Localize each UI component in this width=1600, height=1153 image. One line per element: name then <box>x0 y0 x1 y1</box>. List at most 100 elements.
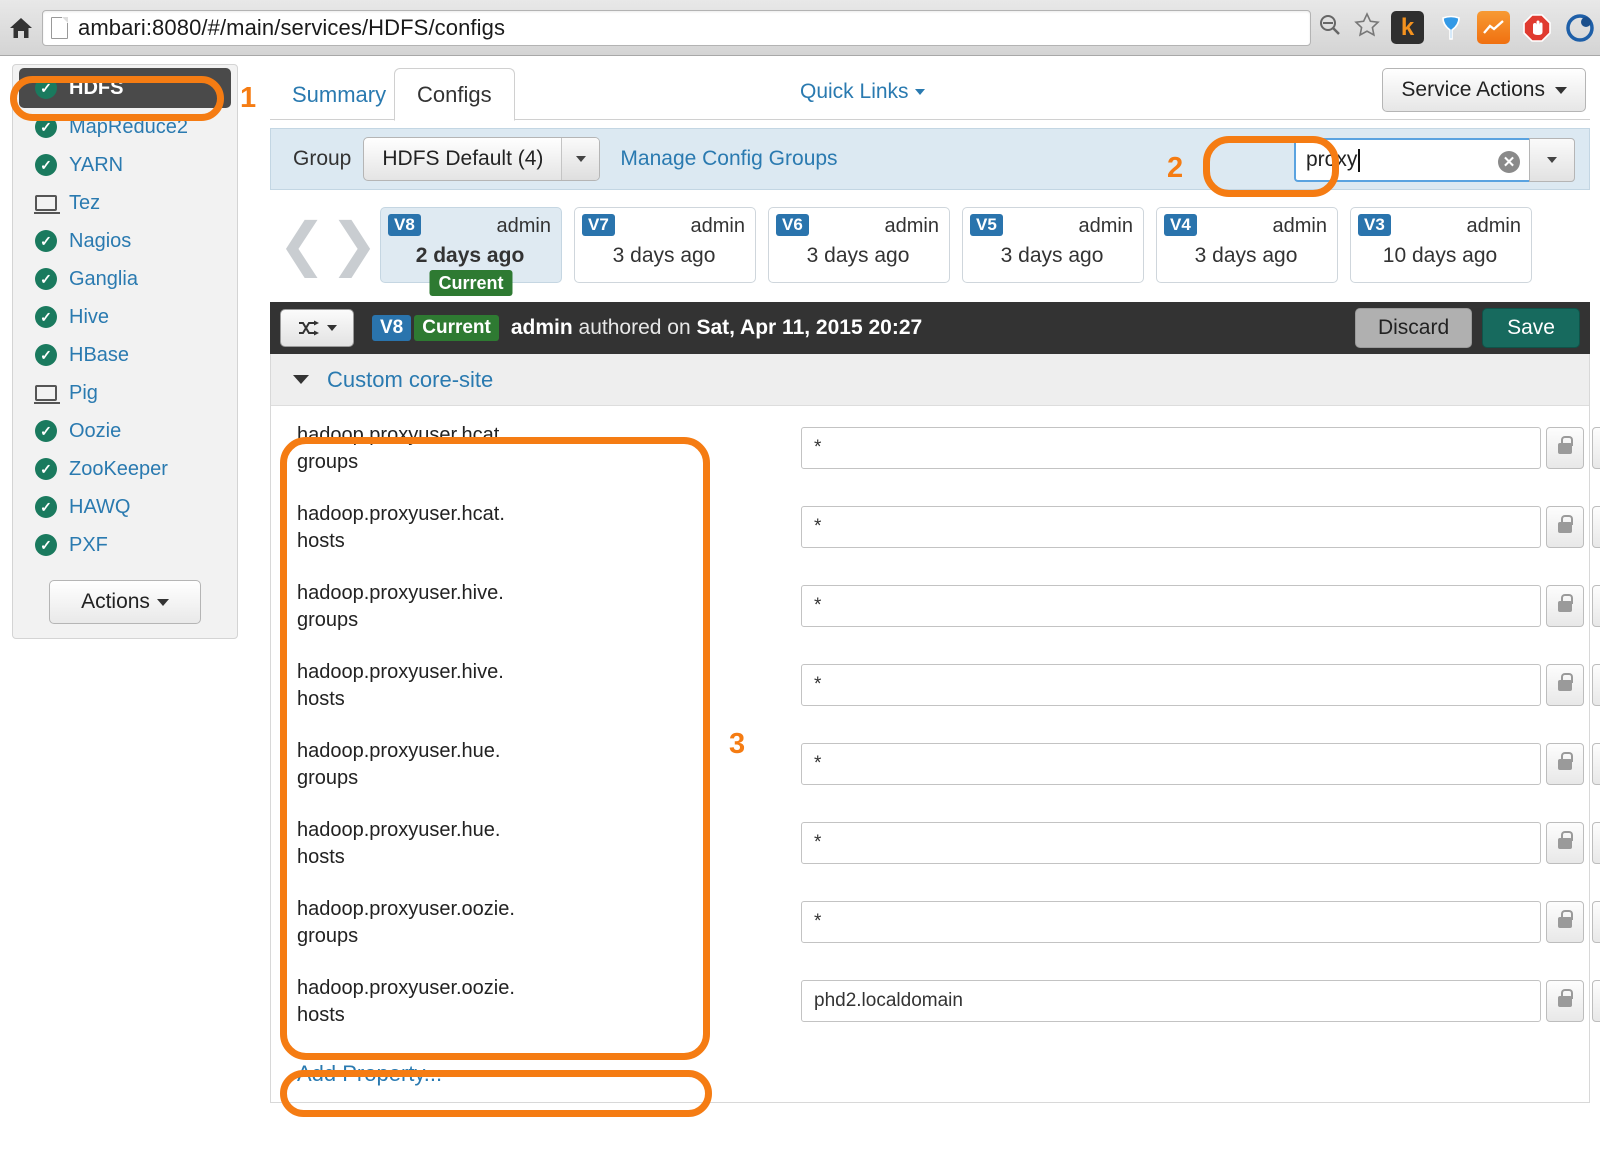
chevron-left-icon[interactable]: ❮ <box>276 216 328 274</box>
tab-configs[interactable]: Configs <box>394 68 515 121</box>
lock-button[interactable] <box>1546 585 1584 627</box>
caret-down-icon <box>326 325 337 331</box>
lock-button[interactable] <box>1546 980 1584 1022</box>
config-group-value: HDFS Default (4) <box>382 147 544 170</box>
lock-button[interactable] <box>1546 427 1584 469</box>
actions-button-label: Actions <box>81 590 150 613</box>
sidebar-item-zookeeper[interactable]: ✓ ZooKeeper <box>13 450 237 488</box>
sidebar-item-ganglia[interactable]: ✓ Ganglia <box>13 260 237 298</box>
lock-icon <box>1558 988 1573 1007</box>
sidebar-item-pxf[interactable]: ✓ PXF <box>13 526 237 564</box>
property-value-input[interactable]: * <box>801 901 1541 943</box>
config-version-card[interactable]: V7 admin 3 days ago <box>574 207 756 283</box>
config-filter-input[interactable]: proxy ✕ <box>1294 138 1529 182</box>
adblock-extension-icon[interactable] <box>1520 11 1553 44</box>
sidebar-item-label: MapReduce2 <box>69 115 188 138</box>
compare-shuffle-icon <box>298 320 319 336</box>
lock-button[interactable] <box>1546 664 1584 706</box>
sidebar-item-yarn[interactable]: ✓ YARN <box>13 146 237 184</box>
plus-circle-button[interactable] <box>1592 901 1600 943</box>
status-ok-icon: ✓ <box>33 494 59 520</box>
caret-down-icon <box>914 89 925 95</box>
funnel-extension-icon[interactable] <box>1434 11 1467 44</box>
version-tag: V8 <box>388 214 421 236</box>
plus-circle-button[interactable] <box>1592 743 1600 785</box>
property-value-input[interactable]: * <box>801 585 1541 627</box>
sidebar-item-label: Nagios <box>69 229 132 252</box>
compare-versions-button[interactable] <box>280 309 354 347</box>
sidebar-item-oozie[interactable]: ✓ Oozie <box>13 412 237 450</box>
lock-button[interactable] <box>1546 822 1584 864</box>
config-filter: proxy ✕ <box>1294 138 1575 182</box>
config-filter-dropdown-button[interactable] <box>1529 138 1575 182</box>
lock-button[interactable] <box>1546 743 1584 785</box>
sidebar-item-hbase[interactable]: ✓ HBase <box>13 336 237 374</box>
property-value-input[interactable]: * <box>801 822 1541 864</box>
plus-circle-button[interactable] <box>1592 980 1600 1022</box>
property-value-input[interactable]: * <box>801 506 1541 548</box>
service-actions-button[interactable]: Service Actions <box>1382 68 1586 112</box>
config-version-card[interactable]: V6 admin 3 days ago <box>768 207 950 283</box>
service-actions-label: Service Actions <box>1401 78 1545 101</box>
sidebar-item-label: YARN <box>69 153 124 176</box>
section-header[interactable]: Custom core-site <box>271 354 1589 406</box>
sidebar-item-label: Oozie <box>69 419 122 442</box>
property-value-input[interactable]: * <box>801 427 1541 469</box>
config-version-card[interactable]: V4 admin 3 days ago <box>1156 207 1338 283</box>
tab-summary[interactable]: Summary <box>270 70 408 120</box>
browser-toolbar: ambari:8080/#/main/services/HDFS/configs… <box>0 0 1600 56</box>
property-value-input[interactable]: * <box>801 743 1541 785</box>
sidebar-item-hawq[interactable]: ✓ HAWQ <box>13 488 237 526</box>
zoom-out-icon[interactable] <box>1317 12 1343 43</box>
section-title[interactable]: Custom core-site <box>327 367 493 393</box>
kontera-extension-icon[interactable]: k <box>1391 11 1424 44</box>
version-tag: V3 <box>1358 214 1391 236</box>
sidebar-item-label: Tez <box>69 191 101 214</box>
chevron-right-icon[interactable]: ❯ <box>328 216 380 274</box>
plus-circle-button[interactable] <box>1592 506 1600 548</box>
sidebar-item-tez[interactable]: Tez <box>13 184 237 222</box>
config-version-card[interactable]: V5 admin 3 days ago <box>962 207 1144 283</box>
sidebar-item-mapreduce2[interactable]: ✓ MapReduce2 <box>13 108 237 146</box>
sidebar-item-hdfs[interactable]: ✓ HDFS <box>19 68 231 108</box>
plus-circle-button[interactable] <box>1592 585 1600 627</box>
property-value-input[interactable]: phd2.localdomain <box>801 980 1541 1022</box>
actions-button[interactable]: Actions <box>49 580 201 624</box>
config-group-select[interactable]: HDFS Default (4) <box>363 137 601 181</box>
caret-down-icon <box>156 598 169 606</box>
sidebar-item-nagios[interactable]: ✓ Nagios <box>13 222 237 260</box>
url-bar[interactable]: ambari:8080/#/main/services/HDFS/configs <box>42 9 1311 46</box>
property-row: hadoop.proxyuser.hive. hosts * <box>271 651 1600 730</box>
sidebar-item-hive[interactable]: ✓ Hive <box>13 298 237 336</box>
service-sidebar: ✓ HDFS ✓ MapReduce2 ✓ YARN Tez ✓ Nagios ✓ Ganglia ✓… <box>12 64 238 639</box>
save-button[interactable]: Save <box>1482 308 1580 348</box>
property-value-input[interactable]: * <box>801 664 1541 706</box>
manage-config-groups-link[interactable]: Manage Config Groups <box>620 147 837 171</box>
lock-icon <box>1558 830 1573 849</box>
property-name: hadoop.proxyuser.hue. hosts <box>297 819 501 868</box>
caret-down-icon[interactable] <box>293 375 309 384</box>
star-icon[interactable] <box>1353 11 1381 44</box>
quick-links-dropdown[interactable]: Quick Links <box>800 80 925 104</box>
plus-circle-button[interactable] <box>1592 822 1600 864</box>
ghostery-extension-icon[interactable] <box>1563 11 1596 44</box>
analytics-extension-icon[interactable] <box>1477 11 1510 44</box>
lock-button[interactable] <box>1546 506 1584 548</box>
plus-circle-button[interactable] <box>1592 427 1600 469</box>
lock-button[interactable] <box>1546 901 1584 943</box>
property-row: hadoop.proxyuser.oozie. groups * <box>271 888 1600 967</box>
discard-button[interactable]: Discard <box>1354 308 1473 348</box>
sidebar-item-pig[interactable]: Pig <box>13 374 237 412</box>
add-property-link[interactable]: Add Property... <box>271 1046 1589 1102</box>
chevron-down-icon[interactable] <box>561 138 600 180</box>
config-version-card[interactable]: V3 admin 10 days ago <box>1350 207 1532 283</box>
plus-circle-button[interactable] <box>1592 664 1600 706</box>
group-label: Group <box>293 147 352 170</box>
clear-icon[interactable]: ✕ <box>1498 151 1520 173</box>
config-version-card[interactable]: V8 admin 2 days ago Current <box>380 207 562 296</box>
monitor-icon <box>33 380 60 406</box>
home-icon[interactable] <box>0 15 42 41</box>
annotation-number-2: 2 <box>1167 152 1184 184</box>
status-ok-icon: ✓ <box>33 304 59 330</box>
annotation-number-1: 1 <box>240 82 257 114</box>
